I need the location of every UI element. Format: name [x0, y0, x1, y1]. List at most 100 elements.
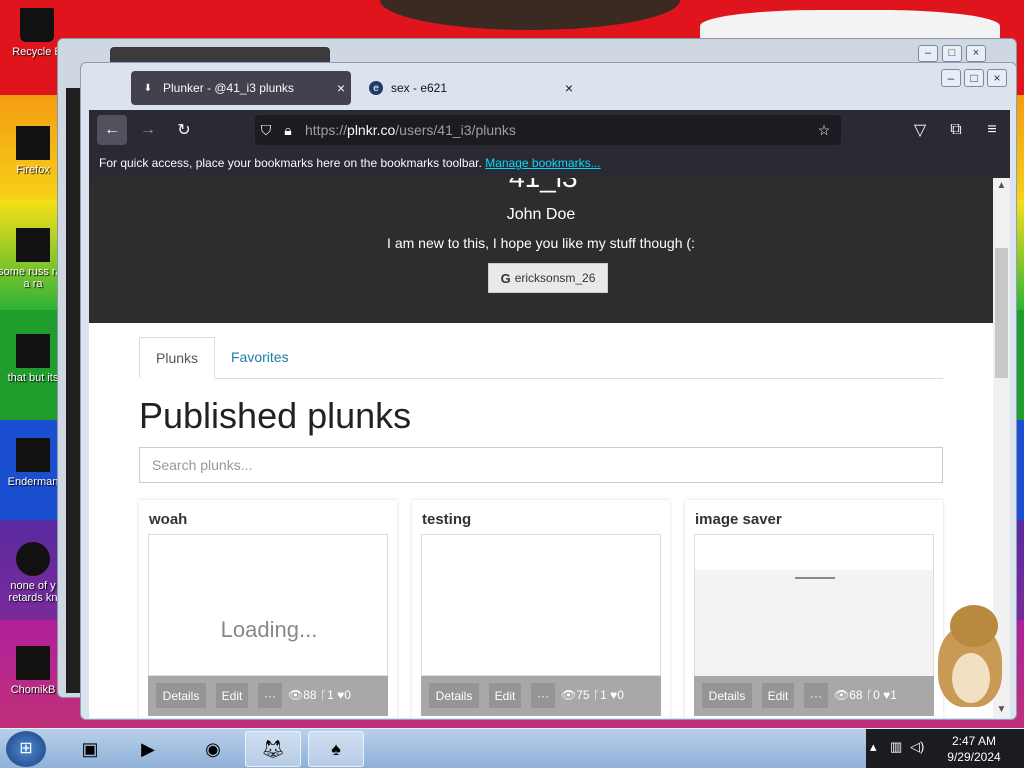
- clock-date: 9/29/2024: [947, 750, 1001, 764]
- hamster-sticker: [930, 605, 1012, 710]
- plunk-card[interactable]: woah Loading... Details Edit ··· 👁︎88 ᚴ1…: [139, 500, 397, 718]
- close-button[interactable]: ×: [987, 69, 1007, 87]
- preview-image-area: [695, 570, 933, 676]
- eye-icon: 👁︎: [561, 688, 577, 702]
- desktop-icon-label: Recycle B: [12, 46, 62, 58]
- profile-name: John Doe: [506, 206, 576, 223]
- reload-icon[interactable]: ↻: [169, 115, 199, 145]
- more-button[interactable]: ···: [531, 683, 555, 708]
- tray-arrow-icon[interactable]: ▴: [870, 739, 877, 755]
- close-button[interactable]: ×: [966, 45, 986, 62]
- network-icon[interactable]: ▥: [890, 739, 902, 755]
- forks-count: 1: [600, 688, 607, 702]
- plunk-preview[interactable]: [694, 534, 934, 676]
- tab-plunker[interactable]: ⬇ Plunker - @41_i3 plunks ×: [131, 71, 351, 105]
- github-profile-button[interactable]: G ericksonsm_26: [488, 263, 608, 293]
- manage-bookmarks-link[interactable]: Manage bookmarks...: [485, 156, 600, 170]
- pocket-icon[interactable]: ▽: [905, 115, 935, 145]
- firefox-taskbar-icon[interactable]: 🦊︎: [245, 731, 301, 767]
- forks-count: 0: [873, 688, 880, 702]
- back-arrow-icon[interactable]: ←: [97, 115, 127, 145]
- start-button[interactable]: ⊞: [6, 731, 46, 767]
- plunk-footer: Details Edit ··· 👁︎88 ᚴ1 ♥0: [148, 676, 388, 716]
- taskbar: ⊞ ▣ ▶ ◉ 🦊︎ ♠ ▴ ▥ ◁) 2:47 AM 9/29/2024: [0, 728, 1024, 768]
- details-button[interactable]: Details: [702, 683, 752, 708]
- plunk-title[interactable]: image saver: [695, 511, 782, 528]
- hamster-head: [950, 605, 998, 647]
- details-button[interactable]: Details: [156, 683, 206, 708]
- bookmarks-hint: For quick access, place your bookmarks h…: [99, 156, 482, 170]
- volume-icon[interactable]: ◁): [910, 739, 924, 755]
- more-button[interactable]: ···: [258, 683, 282, 708]
- eye-icon: 👁︎: [834, 688, 850, 702]
- globe-icon[interactable]: ◉: [185, 731, 241, 767]
- bookmarks-toolbar: For quick access, place your bookmarks h…: [89, 150, 1010, 178]
- scroll-up-icon[interactable]: ▲: [993, 180, 1010, 191]
- plunk-title[interactable]: woah: [149, 511, 187, 528]
- address-bar[interactable]: ⛉ 🔒︎ https://plnkr.co/users/41_i3/plunks…: [255, 115, 841, 145]
- lock-icon[interactable]: 🔒︎: [277, 122, 299, 139]
- plunk-stats: 👁︎88 ᚴ1 ♥0: [288, 688, 351, 702]
- media-player-icon[interactable]: ▶: [120, 731, 176, 767]
- profile-header: 41_i3 John Doe I am new to this, I hope …: [89, 178, 993, 323]
- browser-window[interactable]: – □ × ⬇ Plunker - @41_i3 plunks × e sex …: [80, 62, 1017, 720]
- tab-e621[interactable]: e sex - e621 ×: [359, 71, 579, 105]
- plunk-card[interactable]: image saver Details Edit ··· 👁︎68 ᚴ0 ♥1: [685, 500, 943, 718]
- close-tab-button[interactable]: ×: [559, 80, 579, 96]
- url-text[interactable]: https://plnkr.co/users/41_i3/plunks: [299, 122, 813, 138]
- bookmark-star-icon[interactable]: ☆: [813, 122, 835, 139]
- details-button[interactable]: Details: [429, 683, 479, 708]
- minimize-button[interactable]: –: [941, 69, 961, 87]
- tab-plunks[interactable]: Plunks: [139, 337, 216, 379]
- likes-count: 1: [890, 688, 897, 702]
- loading-text: Loading...: [220, 617, 318, 642]
- tab-favorites[interactable]: Favorites: [215, 337, 305, 379]
- profile-tabs: Plunks Favorites: [139, 337, 943, 379]
- edit-button[interactable]: Edit: [216, 683, 248, 708]
- views-count: 88: [303, 688, 317, 702]
- scrollbar-thumb[interactable]: [995, 248, 1008, 378]
- desktop-icon-label: that but its: [7, 372, 59, 384]
- minimize-button[interactable]: –: [918, 45, 938, 62]
- plunk-title[interactable]: testing: [422, 511, 471, 528]
- program-icon: [16, 438, 50, 472]
- page-content: 41_i3 John Doe I am new to this, I hope …: [89, 178, 993, 718]
- recycle-bin-icon: [20, 8, 54, 42]
- menu-icon[interactable]: ≡: [977, 115, 1007, 145]
- more-button[interactable]: ···: [804, 683, 828, 708]
- close-tab-button[interactable]: ×: [331, 80, 351, 96]
- tab-title: sex - e621: [391, 81, 448, 95]
- plunk-card[interactable]: testing Details Edit ··· 👁︎75 ᚴ1 ♥0: [412, 500, 670, 718]
- profile-handle: 41_i3: [509, 178, 578, 194]
- hamster-belly: [952, 653, 990, 703]
- google-icon: G: [500, 270, 511, 286]
- desktop-icon-label: ChomikB: [10, 684, 56, 696]
- views-count: 68: [849, 688, 863, 702]
- views-count: 75: [576, 688, 590, 702]
- navigation-toolbar: ← → ↻ ⛉ 🔒︎ https://plnkr.co/users/41_i3/…: [89, 110, 1010, 150]
- preview-text-line: [795, 577, 835, 579]
- maximize-button[interactable]: □: [942, 45, 962, 62]
- plunker-icon: ⬇: [143, 82, 153, 94]
- shield-icon[interactable]: ⛉: [255, 122, 277, 139]
- extensions-icon[interactable]: ⧉: [941, 115, 971, 145]
- shortcut-icon: [16, 542, 50, 576]
- clock-time: 2:47 AM: [951, 734, 997, 748]
- maximize-button[interactable]: □: [964, 69, 984, 87]
- likes-count: 0: [617, 688, 624, 702]
- clock[interactable]: 2:47 AM 9/29/2024: [932, 733, 1016, 765]
- background-window-edge: [66, 88, 80, 693]
- solitaire-icon[interactable]: ♠: [308, 731, 364, 767]
- edit-button[interactable]: Edit: [489, 683, 521, 708]
- page-title: Published plunks: [139, 395, 412, 436]
- edit-button[interactable]: Edit: [762, 683, 794, 708]
- forward-arrow-icon[interactable]: →: [133, 115, 163, 145]
- e621-icon: e: [369, 81, 383, 95]
- search-input[interactable]: [139, 447, 943, 483]
- github-username: ericksonsm_26: [514, 271, 596, 285]
- taskbar-app-icon[interactable]: ▣: [62, 731, 118, 767]
- plunk-stats: 👁︎75 ᚴ1 ♥0: [561, 688, 624, 702]
- plunk-preview[interactable]: [421, 534, 661, 676]
- plunk-preview[interactable]: Loading...: [148, 534, 388, 676]
- plunk-stats: 👁︎68 ᚴ0 ♥1: [834, 688, 897, 702]
